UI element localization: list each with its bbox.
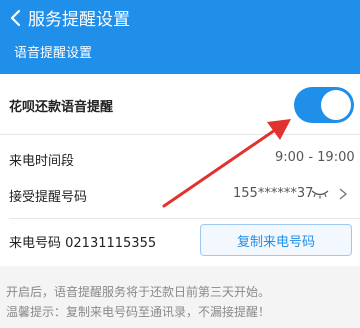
note-line-1: 开启后，语音提醒服务将于还款日前第三天开始。 bbox=[6, 285, 271, 299]
section-title: 语音提醒设置 bbox=[14, 46, 93, 61]
chevron-right-icon[interactable] bbox=[338, 188, 348, 200]
note-line-2: 温馨提示：复制来电号码至通讯录，不漏接提醒！ bbox=[6, 305, 271, 319]
divider bbox=[9, 218, 360, 219]
nav-title: 服务提醒设置 bbox=[28, 10, 130, 30]
toggle-knob bbox=[321, 90, 351, 120]
copy-number-button[interactable]: 复制来电号码 bbox=[200, 224, 352, 256]
back-chevron-icon[interactable] bbox=[6, 8, 26, 28]
voice-reminder-label: 花呗还款语音提醒 bbox=[9, 100, 114, 115]
voice-reminder-toggle[interactable] bbox=[294, 87, 354, 123]
eye-closed-icon[interactable] bbox=[311, 189, 329, 199]
red-arrow-annotation bbox=[162, 119, 291, 208]
header-bar: 服务提醒设置 语音提醒设置 bbox=[0, 0, 360, 74]
call-time-label: 来电时间段 bbox=[9, 154, 75, 169]
receive-number-label: 接受提醒号码 bbox=[9, 190, 88, 205]
incoming-number-label: 来电号码 02131115355 bbox=[9, 236, 157, 251]
